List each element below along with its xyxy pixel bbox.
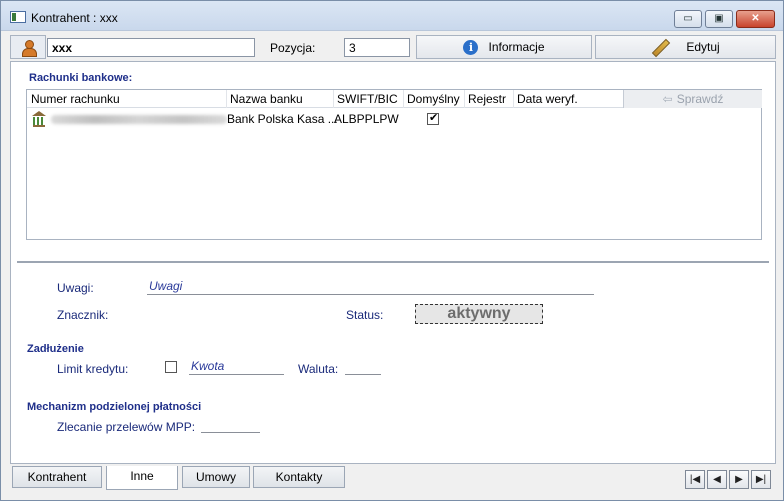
- window: Kontrahent : xxx ▭ ▣ ✕ xxx Pozycja: 3 iI…: [0, 0, 784, 501]
- bank-accounts-title: Rachunki bankowe:: [29, 72, 133, 84]
- person-icon: [21, 40, 37, 57]
- account-number-cell: [51, 115, 227, 124]
- position-label: Pozycja:: [270, 41, 316, 55]
- tab-inne[interactable]: Inne: [106, 466, 178, 490]
- credit-limit-checkbox[interactable]: [165, 361, 177, 373]
- window-title: Kontrahent : xxx: [31, 11, 118, 25]
- previous-record-button[interactable]: ◀: [707, 470, 727, 489]
- column-header-default[interactable]: Domyślny: [407, 92, 460, 106]
- edit-button-label: Edytuj: [686, 40, 720, 54]
- contractor-type-button[interactable]: [10, 35, 46, 59]
- column-header-registry[interactable]: Rejestr: [468, 92, 506, 106]
- debt-section-title: Zadłużenie: [27, 343, 84, 355]
- grid-header: Numer rachunku Nazwa banku SWIFT/BIC Dom…: [27, 90, 623, 108]
- bank-icon: [31, 111, 47, 127]
- uwagi-label: Uwagi:: [57, 281, 94, 295]
- contractor-name-field[interactable]: xxx: [47, 38, 255, 57]
- pencil-icon: [651, 39, 668, 56]
- amount-field[interactable]: Kwota: [189, 359, 284, 375]
- status-value[interactable]: aktywny: [415, 304, 543, 324]
- check-button[interactable]: ⇦ Sprawdź: [623, 90, 762, 108]
- status-label: Status:: [346, 308, 384, 322]
- information-button[interactable]: i Informacje: [416, 35, 592, 59]
- arrow-left-icon: ⇦: [662, 92, 673, 106]
- last-record-button[interactable]: ▶|: [751, 470, 771, 489]
- section-divider: [17, 261, 769, 263]
- split-payment-title: Mechanizm podzielonej płatności: [27, 401, 202, 413]
- details-panel: Rachunki bankowe: Numer rachunku Nazwa b…: [10, 61, 776, 464]
- maximize-button[interactable]: ▣: [705, 10, 733, 28]
- bank-name-cell: Bank Polska Kasa ...: [227, 112, 338, 126]
- swift-cell: ALBPPLPW: [334, 112, 399, 126]
- info-icon: i: [463, 40, 479, 56]
- edit-button[interactable]: Edytuj: [595, 35, 776, 59]
- title-bar: Kontrahent : xxx ▭ ▣ ✕: [1, 1, 783, 31]
- position-field[interactable]: 3: [344, 38, 410, 57]
- tab-kontrahent[interactable]: Kontrahent: [12, 466, 102, 488]
- column-header-swift[interactable]: SWIFT/BIC: [337, 92, 398, 106]
- column-separator: [464, 90, 465, 108]
- header-toolbar: xxx Pozycja: 3 i Informacje Edytuj: [10, 35, 776, 59]
- credit-limit-label: Limit kredytu:: [57, 362, 129, 376]
- first-record-button[interactable]: |◀: [685, 470, 705, 489]
- currency-field[interactable]: [345, 359, 381, 375]
- column-separator: [513, 90, 514, 108]
- column-header-account-number[interactable]: Numer rachunku: [31, 92, 120, 106]
- mpp-label: Zlecanie przelewów MPP:: [57, 420, 196, 434]
- uwagi-field[interactable]: Uwagi: [147, 279, 594, 295]
- column-separator: [403, 90, 404, 108]
- next-record-button[interactable]: ▶: [729, 470, 749, 489]
- column-header-bank-name[interactable]: Nazwa banku: [230, 92, 303, 106]
- app-icon: [10, 11, 26, 23]
- check-button-label: Sprawdź: [676, 92, 724, 106]
- currency-label: Waluta:: [298, 362, 339, 376]
- minimize-button[interactable]: ▭: [674, 10, 702, 28]
- default-checkbox[interactable]: [427, 111, 439, 125]
- column-header-verify-date[interactable]: Data weryf.: [517, 92, 578, 106]
- tab-kontakty[interactable]: Kontakty: [253, 466, 345, 488]
- znacznik-label: Znacznik:: [57, 308, 109, 322]
- column-separator: [333, 90, 334, 108]
- table-row[interactable]: Bank Polska Kasa ... ALBPPLPW: [27, 110, 623, 128]
- column-separator: [226, 90, 227, 108]
- close-button[interactable]: ✕: [736, 10, 775, 28]
- tab-umowy[interactable]: Umowy: [182, 466, 250, 488]
- znacznik-field[interactable]: [147, 306, 307, 322]
- bank-accounts-grid: Numer rachunku Nazwa banku SWIFT/BIC Dom…: [26, 89, 762, 240]
- information-button-label: Informacje: [488, 40, 545, 54]
- mpp-field[interactable]: [201, 417, 260, 433]
